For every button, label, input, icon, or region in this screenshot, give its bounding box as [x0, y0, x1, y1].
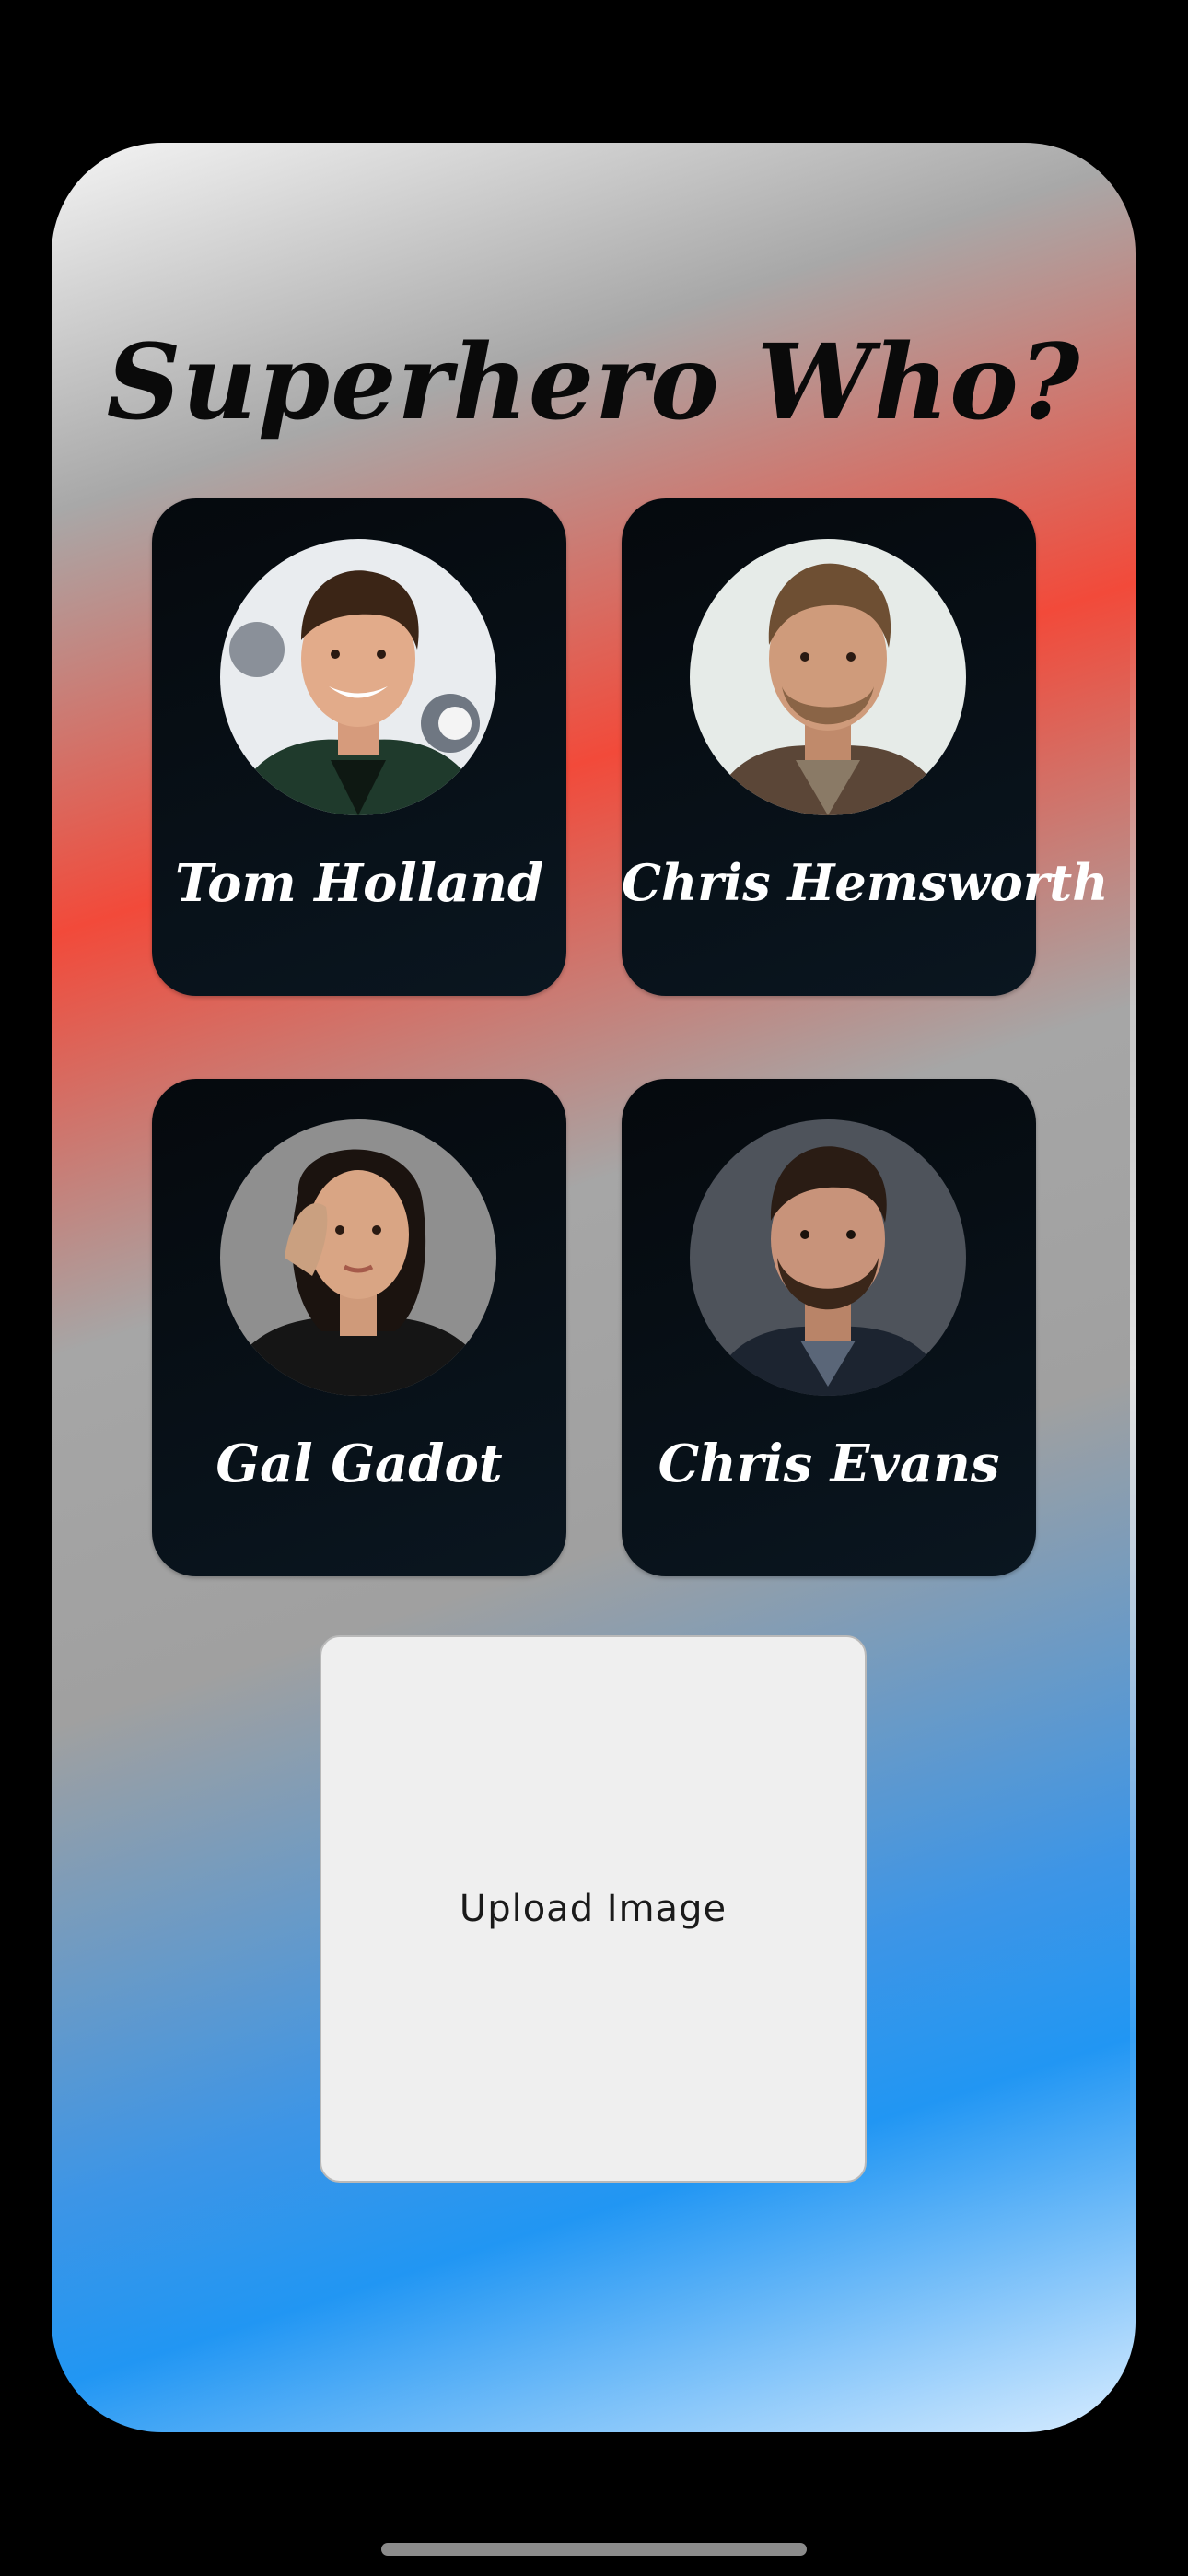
page-title: Superhero Who?	[106, 322, 1081, 443]
chris-evans-photo-icon	[690, 1119, 966, 1396]
chris-hemsworth-photo-icon	[690, 539, 966, 815]
upload-image-label: Upload Image	[459, 1888, 728, 1930]
hero-name: Tom Holland	[174, 853, 544, 914]
hero-name: Gal Gadot	[215, 1434, 503, 1494]
upload-image-button[interactable]: Upload Image	[320, 1635, 867, 2183]
hero-card-chris-hemsworth[interactable]: Chris Hemsworth	[622, 498, 1109, 996]
avatar	[220, 1119, 496, 1396]
avatar	[690, 1119, 966, 1396]
gal-gadot-photo-icon	[220, 1119, 496, 1396]
app-screen: Superhero Who? Tom Holland Chris Hemswor…	[52, 143, 1136, 2432]
hero-card-tom-holland[interactable]: Tom Holland	[152, 498, 566, 996]
hero-name: Chris Evans	[658, 1434, 1000, 1494]
home-indicator[interactable]	[381, 2543, 807, 2556]
hero-name: Chris Hemsworth	[622, 853, 1109, 912]
screen-edge-highlight	[1130, 585, 1136, 2151]
avatar	[690, 539, 966, 815]
hero-card-chris-evans[interactable]: Chris Evans	[622, 1079, 1036, 1576]
tom-holland-photo-icon	[220, 539, 496, 815]
avatar	[220, 539, 496, 815]
hero-card-gal-gadot[interactable]: Gal Gadot	[152, 1079, 566, 1576]
